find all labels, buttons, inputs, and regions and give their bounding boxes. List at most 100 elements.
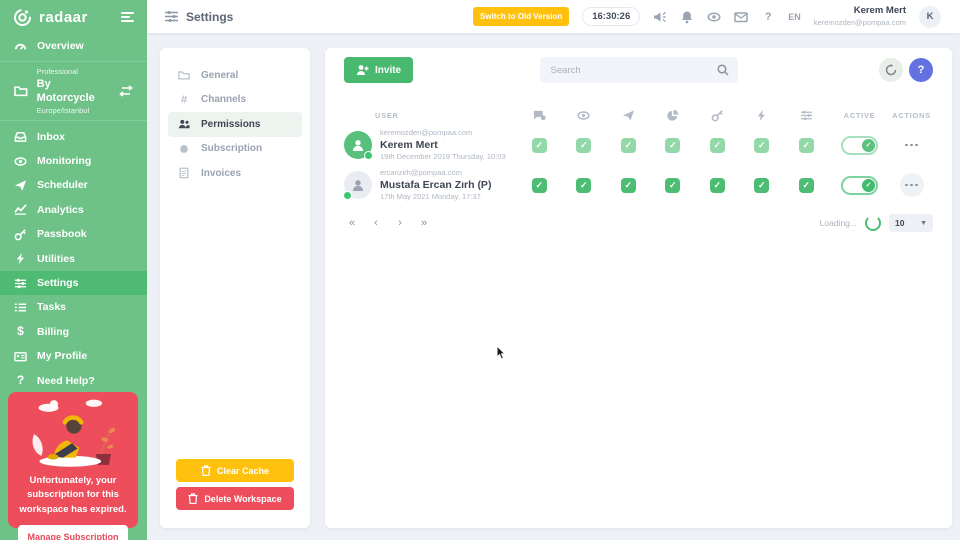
page-sliders-icon[interactable] xyxy=(165,11,178,22)
swap-workspace-icon[interactable] xyxy=(119,85,133,97)
page-size-select[interactable]: 10 ▼ xyxy=(889,214,933,232)
utilities-bolt-icon xyxy=(740,109,785,122)
sad-person-illustration xyxy=(8,396,138,474)
row-actions-menu[interactable] xyxy=(900,173,924,197)
permissions-card: Invite ? USER ACTIVE ACTIONS xyxy=(325,48,952,528)
invite-button[interactable]: Invite xyxy=(344,57,413,83)
announcements-megaphone-icon[interactable] xyxy=(653,10,667,24)
folder-icon xyxy=(178,69,190,81)
settings-tab-subscription[interactable]: Subscription xyxy=(168,137,302,162)
workspace-switcher[interactable]: Professional By Motorcycle Europe/Istanb… xyxy=(0,61,147,121)
sidebar-item-passbook[interactable]: Passbook xyxy=(0,222,147,246)
avatar[interactable]: K xyxy=(919,6,941,28)
row-email: ercanzirh@pompaa.com xyxy=(380,168,491,178)
pagination: « ‹ › » xyxy=(344,217,432,229)
radaar-logo-icon xyxy=(13,8,32,27)
permission-checkbox-settings[interactable]: ✓ xyxy=(799,178,814,193)
person-icon xyxy=(351,178,365,192)
search-icon[interactable] xyxy=(717,64,729,76)
sidebar-item-inbox[interactable]: Inbox xyxy=(0,124,147,148)
sidebar-item-billing[interactable]: $ Billing xyxy=(0,320,147,344)
permission-checkbox-settings[interactable]: ✓ xyxy=(799,138,814,153)
dollar-icon: $ xyxy=(14,325,27,338)
permission-checkbox-analytics[interactable]: ✓ xyxy=(665,138,680,153)
sidebar-item-tasks[interactable]: Tasks xyxy=(0,295,147,319)
top-header: Settings Switch to Old Version 16:30:26 … xyxy=(147,0,960,33)
sidebar-item-utilities[interactable]: Utilities xyxy=(0,246,147,270)
permission-checkbox-inbox[interactable]: ✓ xyxy=(532,138,547,153)
notifications-bell-icon[interactable] xyxy=(680,10,694,24)
permission-checkbox-monitoring[interactable]: ✓ xyxy=(576,138,591,153)
sidebar-item-analytics[interactable]: Analytics xyxy=(0,198,147,222)
row-name: Mustafa Ercan Zırh (P) xyxy=(380,178,491,192)
row-date: 19th December 2019 Thursday, 10:03 xyxy=(380,152,506,162)
language-selector[interactable]: EN xyxy=(788,12,801,22)
user-avatar xyxy=(344,171,372,199)
sidebar-item-scheduler[interactable]: Scheduler xyxy=(0,173,147,197)
permission-checkbox-scheduler[interactable]: ✓ xyxy=(621,178,636,193)
settings-tab-channels[interactable]: # Channels xyxy=(168,88,302,113)
settings-tab-invoices[interactable]: Invoices xyxy=(168,161,302,186)
user-menu[interactable]: Kerem Mert keremozden@pompaa.com xyxy=(814,5,906,27)
file-icon xyxy=(178,167,190,179)
help-question-icon[interactable]: ? xyxy=(761,10,775,24)
settings-tab-permissions[interactable]: Permissions xyxy=(168,112,302,137)
pagination-last-button[interactable]: » xyxy=(416,217,432,229)
manage-subscription-button[interactable]: Manage Subscription Now xyxy=(18,525,128,540)
help-button[interactable]: ? xyxy=(909,58,933,82)
permission-checkbox-inbox[interactable]: ✓ xyxy=(532,178,547,193)
permission-checkbox-utilities[interactable]: ✓ xyxy=(754,138,769,153)
row-email: keremozden@pompaa.com xyxy=(380,128,506,138)
switch-old-version-button[interactable]: Switch to Old Version xyxy=(473,7,569,26)
settings-sliders-icon xyxy=(784,109,829,122)
delete-workspace-button[interactable]: Delete Workspace xyxy=(176,487,294,510)
user-email: keremozden@pompaa.com xyxy=(814,18,906,28)
permission-checkbox-monitoring[interactable]: ✓ xyxy=(576,178,591,193)
analytics-pie-icon xyxy=(651,109,696,122)
permission-checkbox-scheduler[interactable]: ✓ xyxy=(621,138,636,153)
users-icon xyxy=(178,118,190,130)
column-user: USER xyxy=(344,111,517,120)
pagination-first-button[interactable]: « xyxy=(344,217,360,229)
toggle-knob-check: ✓ xyxy=(862,179,875,192)
settings-tab-general[interactable]: General xyxy=(168,63,302,88)
table-row: keremozden@pompaa.com Kerem Mert 19th De… xyxy=(344,125,933,165)
presence-dot xyxy=(343,191,352,200)
sidebar-menu-icon[interactable] xyxy=(121,10,134,24)
permission-checkbox-analytics[interactable]: ✓ xyxy=(665,178,680,193)
clear-cache-button[interactable]: Clear Cache xyxy=(176,459,294,482)
row-actions-menu[interactable] xyxy=(905,144,918,147)
person-icon xyxy=(351,138,365,152)
workspace-plan: Professional xyxy=(37,67,110,77)
folder-icon xyxy=(14,84,28,98)
search-input[interactable] xyxy=(549,64,717,77)
pagination-prev-button[interactable]: ‹ xyxy=(368,217,384,229)
permission-checkbox-utilities[interactable]: ✓ xyxy=(754,178,769,193)
toggle-knob-check: ✓ xyxy=(862,139,875,152)
column-active: ACTIVE xyxy=(829,111,891,120)
permission-checkbox-passbook[interactable]: ✓ xyxy=(710,178,725,193)
sidebar-item-settings[interactable]: Settings xyxy=(0,271,147,295)
search-box xyxy=(540,57,738,83)
settings-menu-card: General # Channels Permissions Subscript… xyxy=(160,48,310,528)
sidebar-item-overview[interactable]: Overview xyxy=(0,34,147,58)
active-toggle[interactable]: ✓ xyxy=(841,136,878,155)
refresh-button[interactable] xyxy=(879,58,903,82)
inbox-icon xyxy=(14,130,27,143)
hash-icon: # xyxy=(178,94,190,106)
circle-icon xyxy=(178,143,190,155)
sidebar-item-my-profile[interactable]: My Profile xyxy=(0,344,147,368)
logo-row: radaar xyxy=(0,0,147,34)
presence-dot xyxy=(364,151,373,160)
sidebar-item-need-help[interactable]: ? Need Help? xyxy=(0,368,147,392)
page-title: Settings xyxy=(186,10,233,24)
loading-spinner-icon xyxy=(865,215,881,231)
messages-envelope-icon[interactable] xyxy=(734,10,748,24)
user-plus-icon xyxy=(356,64,369,76)
pagination-next-button[interactable]: › xyxy=(392,217,408,229)
sidebar-item-monitoring[interactable]: Monitoring xyxy=(0,149,147,173)
clock: 16:30:26 xyxy=(582,7,640,26)
permission-checkbox-passbook[interactable]: ✓ xyxy=(710,138,725,153)
watch-eye-icon[interactable] xyxy=(707,10,721,24)
active-toggle[interactable]: ✓ xyxy=(841,176,878,195)
